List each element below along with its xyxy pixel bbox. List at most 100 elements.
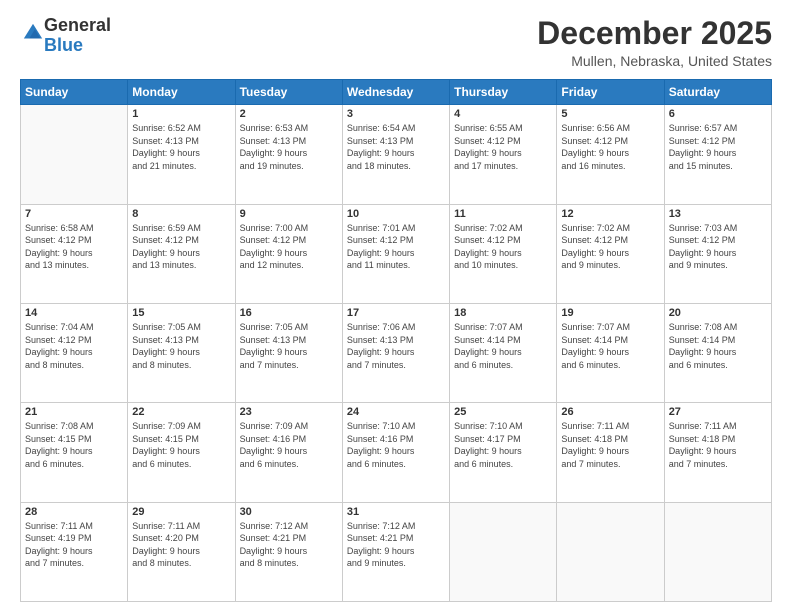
day-info: Sunrise: 6:59 AM Sunset: 4:12 PM Dayligh…: [132, 222, 230, 272]
day-info: Sunrise: 7:11 AM Sunset: 4:18 PM Dayligh…: [561, 420, 659, 470]
calendar-cell: 10 Sunrise: 7:01 AM Sunset: 4:12 PM Dayli…: [342, 204, 449, 303]
day-info: Sunrise: 7:08 AM Sunset: 4:15 PM Dayligh…: [25, 420, 123, 470]
calendar-cell: 23 Sunrise: 7:09 AM Sunset: 4:16 PM Dayli…: [235, 403, 342, 502]
calendar-table: SundayMondayTuesdayWednesdayThursdayFrid…: [20, 79, 772, 602]
calendar-cell: 11Sunrise: 7:02 AM Sunset: 4:12 PM Dayli…: [450, 204, 557, 303]
day-number: 24: [347, 406, 445, 418]
day-number: 3: [347, 108, 445, 120]
day-number: 12: [561, 208, 659, 220]
day-number: 21: [25, 406, 123, 418]
day-number: 26: [561, 406, 659, 418]
day-info: Sunrise: 7:05 AM Sunset: 4:13 PM Dayligh…: [240, 321, 338, 371]
page: General Blue December 2025 Mullen, Nebra…: [0, 0, 792, 612]
weekday-header: Thursday: [450, 80, 557, 105]
calendar-cell: 9 Sunrise: 7:00 AM Sunset: 4:12 PM Daylig…: [235, 204, 342, 303]
calendar-subtitle: Mullen, Nebraska, United States: [537, 53, 772, 69]
calendar-week-row: 28 Sunrise: 7:11 AM Sunset: 4:19 PM Dayli…: [21, 502, 772, 601]
weekday-header: Sunday: [21, 80, 128, 105]
day-number: 1: [132, 108, 230, 120]
day-number: 17: [347, 307, 445, 319]
calendar-cell: 24 Sunrise: 7:10 AM Sunset: 4:16 PM Dayli…: [342, 403, 449, 502]
day-info: Sunrise: 7:09 AM Sunset: 4:16 PM Dayligh…: [240, 420, 338, 470]
day-number: 22: [132, 406, 230, 418]
day-info: Sunrise: 7:03 AM Sunset: 4:12 PM Dayligh…: [669, 222, 767, 272]
day-number: 30: [240, 506, 338, 518]
logo-icon: [22, 22, 44, 44]
day-info: Sunrise: 6:58 AM Sunset: 4:12 PM Dayligh…: [25, 222, 123, 272]
day-info: Sunrise: 6:54 AM Sunset: 4:13 PM Dayligh…: [347, 122, 445, 172]
day-number: 16: [240, 307, 338, 319]
weekday-header: Saturday: [664, 80, 771, 105]
calendar-cell: 1 Sunrise: 6:52 AM Sunset: 4:13 PM Daylig…: [128, 105, 235, 204]
day-number: 13: [669, 208, 767, 220]
calendar-cell: 4 Sunrise: 6:55 AM Sunset: 4:12 PM Daylig…: [450, 105, 557, 204]
day-info: Sunrise: 6:53 AM Sunset: 4:13 PM Dayligh…: [240, 122, 338, 172]
day-number: 7: [25, 208, 123, 220]
day-info: Sunrise: 6:52 AM Sunset: 4:13 PM Dayligh…: [132, 122, 230, 172]
day-info: Sunrise: 7:11 AM Sunset: 4:18 PM Dayligh…: [669, 420, 767, 470]
calendar-cell: 28 Sunrise: 7:11 AM Sunset: 4:19 PM Dayli…: [21, 502, 128, 601]
day-number: 20: [669, 307, 767, 319]
day-info: Sunrise: 7:04 AM Sunset: 4:12 PM Dayligh…: [25, 321, 123, 371]
day-number: 2: [240, 108, 338, 120]
day-number: 4: [454, 108, 552, 120]
day-number: 8: [132, 208, 230, 220]
day-info: Sunrise: 6:55 AM Sunset: 4:12 PM Dayligh…: [454, 122, 552, 172]
calendar-cell: [450, 502, 557, 601]
day-number: 19: [561, 307, 659, 319]
day-info: Sunrise: 7:06 AM Sunset: 4:13 PM Dayligh…: [347, 321, 445, 371]
day-number: 25: [454, 406, 552, 418]
day-info: Sunrise: 7:00 AM Sunset: 4:12 PM Dayligh…: [240, 222, 338, 272]
day-info: Sunrise: 7:07 AM Sunset: 4:14 PM Dayligh…: [454, 321, 552, 371]
day-info: Sunrise: 6:56 AM Sunset: 4:12 PM Dayligh…: [561, 122, 659, 172]
day-number: 10: [347, 208, 445, 220]
weekday-header: Wednesday: [342, 80, 449, 105]
day-number: 31: [347, 506, 445, 518]
weekday-header: Monday: [128, 80, 235, 105]
day-info: Sunrise: 7:11 AM Sunset: 4:19 PM Dayligh…: [25, 520, 123, 570]
calendar-cell: [557, 502, 664, 601]
calendar-title: December 2025: [537, 16, 772, 51]
logo: General Blue: [20, 16, 111, 56]
calendar-cell: 18Sunrise: 7:07 AM Sunset: 4:14 PM Dayli…: [450, 303, 557, 402]
calendar-header-row: SundayMondayTuesdayWednesdayThursdayFrid…: [21, 80, 772, 105]
day-number: 11: [454, 208, 552, 220]
day-number: 6: [669, 108, 767, 120]
calendar-cell: 7 Sunrise: 6:58 AM Sunset: 4:12 PM Daylig…: [21, 204, 128, 303]
day-info: Sunrise: 6:57 AM Sunset: 4:12 PM Dayligh…: [669, 122, 767, 172]
day-info: Sunrise: 7:01 AM Sunset: 4:12 PM Dayligh…: [347, 222, 445, 272]
calendar-week-row: 1 Sunrise: 6:52 AM Sunset: 4:13 PM Daylig…: [21, 105, 772, 204]
day-info: Sunrise: 7:10 AM Sunset: 4:16 PM Dayligh…: [347, 420, 445, 470]
day-number: 14: [25, 307, 123, 319]
day-info: Sunrise: 7:07 AM Sunset: 4:14 PM Dayligh…: [561, 321, 659, 371]
calendar-cell: 29Sunrise: 7:11 AM Sunset: 4:20 PM Dayli…: [128, 502, 235, 601]
logo-blue-text: Blue: [44, 35, 83, 55]
day-info: Sunrise: 7:12 AM Sunset: 4:21 PM Dayligh…: [240, 520, 338, 570]
weekday-header: Friday: [557, 80, 664, 105]
calendar-cell: 16 Sunrise: 7:05 AM Sunset: 4:13 PM Dayli…: [235, 303, 342, 402]
calendar-cell: 22 Sunrise: 7:09 AM Sunset: 4:15 PM Dayli…: [128, 403, 235, 502]
calendar-cell: 31 Sunrise: 7:12 AM Sunset: 4:21 PM Dayli…: [342, 502, 449, 601]
calendar-week-row: 7 Sunrise: 6:58 AM Sunset: 4:12 PM Daylig…: [21, 204, 772, 303]
day-info: Sunrise: 7:08 AM Sunset: 4:14 PM Dayligh…: [669, 321, 767, 371]
day-info: Sunrise: 7:12 AM Sunset: 4:21 PM Dayligh…: [347, 520, 445, 570]
calendar-cell: 15Sunrise: 7:05 AM Sunset: 4:13 PM Dayli…: [128, 303, 235, 402]
day-info: Sunrise: 7:10 AM Sunset: 4:17 PM Dayligh…: [454, 420, 552, 470]
calendar-cell: 20 Sunrise: 7:08 AM Sunset: 4:14 PM Dayli…: [664, 303, 771, 402]
day-number: 29: [132, 506, 230, 518]
day-number: 28: [25, 506, 123, 518]
day-info: Sunrise: 7:02 AM Sunset: 4:12 PM Dayligh…: [561, 222, 659, 272]
calendar-cell: 6 Sunrise: 6:57 AM Sunset: 4:12 PM Daylig…: [664, 105, 771, 204]
day-number: 9: [240, 208, 338, 220]
calendar-cell: [21, 105, 128, 204]
day-info: Sunrise: 7:09 AM Sunset: 4:15 PM Dayligh…: [132, 420, 230, 470]
calendar-week-row: 21 Sunrise: 7:08 AM Sunset: 4:15 PM Dayli…: [21, 403, 772, 502]
calendar-cell: 12 Sunrise: 7:02 AM Sunset: 4:12 PM Dayli…: [557, 204, 664, 303]
calendar-cell: 13 Sunrise: 7:03 AM Sunset: 4:12 PM Dayli…: [664, 204, 771, 303]
calendar-week-row: 14 Sunrise: 7:04 AM Sunset: 4:12 PM Dayli…: [21, 303, 772, 402]
day-info: Sunrise: 7:05 AM Sunset: 4:13 PM Dayligh…: [132, 321, 230, 371]
day-number: 23: [240, 406, 338, 418]
calendar-cell: 30 Sunrise: 7:12 AM Sunset: 4:21 PM Dayli…: [235, 502, 342, 601]
calendar-cell: 2 Sunrise: 6:53 AM Sunset: 4:13 PM Daylig…: [235, 105, 342, 204]
day-number: 27: [669, 406, 767, 418]
